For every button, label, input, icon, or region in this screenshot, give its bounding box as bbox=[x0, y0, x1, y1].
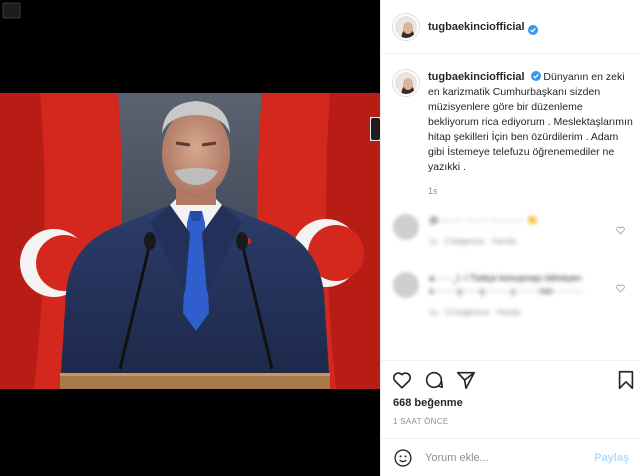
comment-body: a······_l··l Türkçe konuşmayı bilmeyen s… bbox=[429, 272, 629, 319]
header-username[interactable]: tugbaekinciofficial bbox=[428, 21, 525, 33]
comment-text: a······_l··l Türkçe konuşmayı bilmeyen s… bbox=[429, 273, 583, 296]
comment-avatar[interactable] bbox=[393, 214, 419, 240]
comment-text: @········ ········ ··········· 👏 bbox=[429, 215, 538, 225]
share-icon[interactable] bbox=[455, 369, 477, 391]
emoji-icon[interactable] bbox=[393, 448, 413, 468]
heart-icon[interactable] bbox=[391, 369, 413, 391]
comment-input[interactable] bbox=[425, 451, 595, 464]
likes-count[interactable]: 668 beğenme bbox=[393, 397, 463, 409]
close-icon[interactable] bbox=[0, 0, 26, 22]
verified-badge-icon bbox=[527, 22, 538, 35]
caption-avatar[interactable] bbox=[393, 70, 419, 96]
next-arrow-icon[interactable] bbox=[370, 118, 380, 140]
comment-avatar[interactable] bbox=[393, 272, 419, 298]
comment-item: a······_l··l Türkçe konuşmayı bilmeyen s… bbox=[393, 272, 629, 319]
heart-icon[interactable] bbox=[616, 222, 625, 235]
post-caption: tugbaekinciofficial Dünyanın en zeki en … bbox=[393, 70, 633, 199]
caption-body: tugbaekinciofficial Dünyanın en zeki en … bbox=[428, 70, 633, 199]
avatar[interactable] bbox=[393, 13, 419, 40]
post-photo bbox=[0, 93, 380, 389]
comment-item: @········ ········ ··········· 👏 1s · 3 … bbox=[393, 214, 629, 248]
bookmark-icon[interactable] bbox=[615, 369, 637, 391]
posted-time: 1 SAAT ÖNCE bbox=[393, 417, 449, 426]
caption-text: Dünyanın en zeki en karizmatik Cumhurbaş… bbox=[428, 71, 633, 173]
comment-body: @········ ········ ··········· 👏 1s · 3 … bbox=[429, 214, 538, 248]
post-side-panel: tugbaekinciofficial tugbaekinciofficial … bbox=[380, 0, 640, 476]
caption-time: 1s bbox=[428, 186, 438, 196]
post-media bbox=[0, 0, 380, 476]
post-header: tugbaekinciofficial bbox=[381, 0, 640, 54]
heart-icon[interactable] bbox=[616, 280, 625, 293]
add-comment-bar: Paylaş bbox=[381, 438, 640, 476]
post-comment-button[interactable]: Paylaş bbox=[594, 452, 629, 464]
comment-icon[interactable] bbox=[423, 369, 445, 391]
comment-meta: 1s · 13 beğenme · Yanıtla bbox=[429, 308, 521, 317]
action-bar bbox=[381, 360, 640, 396]
caption-username[interactable]: tugbaekinciofficial bbox=[428, 71, 525, 83]
comment-meta: 1s · 3 beğenme · Yanıtla bbox=[429, 237, 516, 246]
verified-badge-icon bbox=[530, 71, 541, 81]
